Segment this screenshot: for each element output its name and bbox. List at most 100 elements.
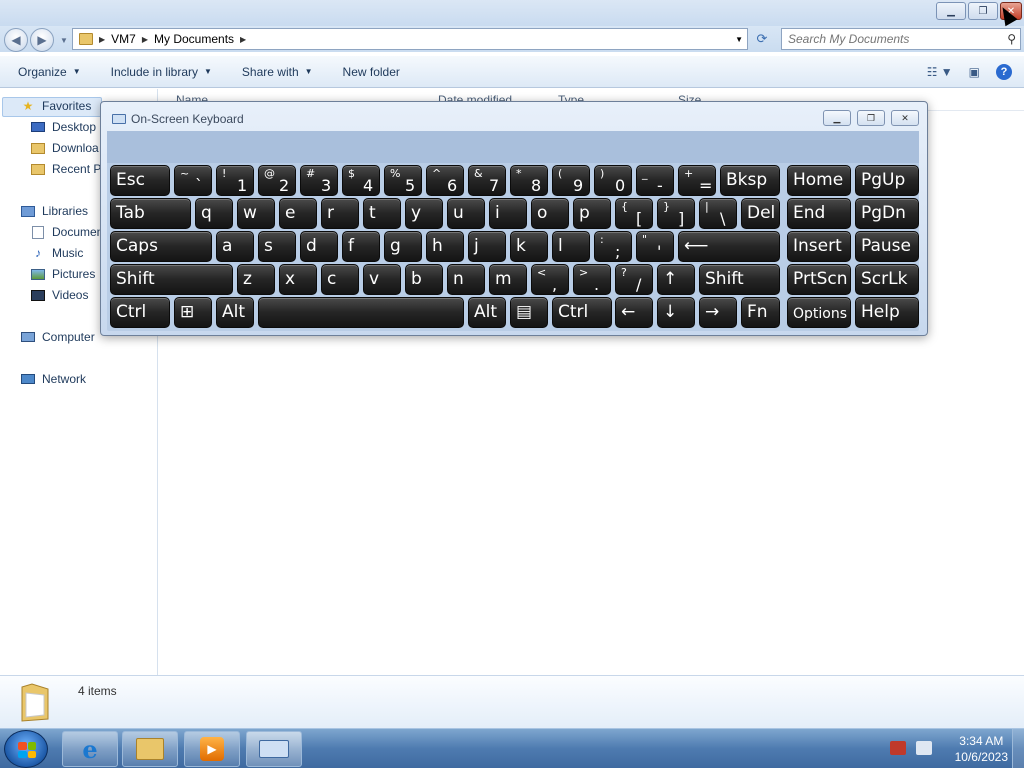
key-scrlk[interactable]: ScrLk — [855, 264, 919, 295]
key-end[interactable]: End — [787, 198, 851, 229]
key-q[interactable]: q — [195, 198, 233, 229]
osk-maximize-button[interactable]: ❐ — [857, 110, 885, 126]
address-bar[interactable]: ▶ VM7 ▶ My Documents ▶ ▼ — [72, 28, 748, 50]
include-in-library-menu[interactable]: Include in library ▼ — [111, 65, 212, 79]
key-b[interactable]: b — [405, 264, 443, 295]
key-i[interactable]: i — [489, 198, 527, 229]
key-shift[interactable]: Shift — [699, 264, 780, 295]
key-tab[interactable]: Tab — [110, 198, 191, 229]
minimize-button[interactable]: ▁ — [936, 2, 966, 20]
share-with-menu[interactable]: Share with ▼ — [242, 65, 313, 79]
key-j[interactable]: j — [468, 231, 506, 262]
key-8[interactable]: * 8 — [510, 165, 548, 196]
volume-muted-icon[interactable] — [916, 741, 932, 755]
key-pgdn[interactable]: PgDn — [855, 198, 919, 229]
breadcrumb-my-documents[interactable]: My Documents — [154, 32, 234, 46]
key-sym1-13[interactable]: | \ — [699, 198, 737, 229]
key-sym3-11[interactable]: ↑ — [657, 264, 695, 295]
key-bksp[interactable]: Bksp — [720, 165, 780, 196]
key-alt[interactable]: Alt — [468, 297, 506, 328]
recent-pages-button[interactable]: ▼ — [58, 28, 70, 52]
key-v[interactable]: v — [363, 264, 401, 295]
nav-recent-places[interactable]: Recent Pl — [30, 162, 104, 176]
nav-videos[interactable]: Videos — [30, 288, 88, 302]
key-p[interactable]: p — [573, 198, 611, 229]
key-space[interactable] — [258, 297, 464, 328]
key-2[interactable]: @2 — [258, 165, 296, 196]
key-sym0-1[interactable]: ~ ` — [174, 165, 212, 196]
taskbar-on-screen-keyboard[interactable] — [246, 731, 302, 767]
osk-close-button[interactable]: ✕ — [891, 110, 919, 126]
key-home[interactable]: Home — [787, 165, 851, 196]
key-pgup[interactable]: PgUp — [855, 165, 919, 196]
key-esc[interactable]: Esc — [110, 165, 170, 196]
organize-menu[interactable]: Organize ▼ — [18, 65, 81, 79]
key-sym1-12[interactable]: }] — [657, 198, 695, 229]
key-g[interactable]: g — [384, 231, 422, 262]
nav-music[interactable]: ♪ Music — [30, 246, 83, 260]
search-icon[interactable]: ⚲ — [1007, 32, 1016, 46]
nav-pictures[interactable]: Pictures — [30, 267, 95, 281]
key-9[interactable]: (9 — [552, 165, 590, 196]
key-pause[interactable]: Pause — [855, 231, 919, 262]
refresh-button[interactable]: ⟳ — [750, 29, 774, 49]
key-a[interactable]: a — [216, 231, 254, 262]
key-t[interactable]: t — [363, 198, 401, 229]
change-view-icon[interactable]: ☷ ▼ — [927, 65, 953, 79]
key-del[interactable]: Del — [741, 198, 780, 229]
key-sym4-9[interactable]: → — [699, 297, 737, 328]
key-fn[interactable]: Fn — [741, 297, 780, 328]
clock[interactable]: 3:34 AM 10/6/2023 — [955, 733, 1008, 765]
taskbar-windows-explorer[interactable] — [122, 731, 178, 767]
key-sym4-5[interactable]: ▤ — [510, 297, 548, 328]
help-icon[interactable]: ? — [996, 64, 1012, 80]
taskbar-internet-explorer[interactable]: e — [62, 731, 118, 767]
key-d[interactable]: d — [300, 231, 338, 262]
key-alt[interactable]: Alt — [216, 297, 254, 328]
key-sym1-11[interactable]: {[ — [615, 198, 653, 229]
key-l[interactable]: l — [552, 231, 590, 262]
key-5[interactable]: % 5 — [384, 165, 422, 196]
key-sym3-9[interactable]: >. — [573, 264, 611, 295]
key-options[interactable]: Options — [787, 297, 851, 328]
key-z[interactable]: z — [237, 264, 275, 295]
key-sym0-12[interactable]: _ - — [636, 165, 674, 196]
restore-button[interactable]: ❐ — [968, 2, 998, 20]
key-n[interactable]: n — [447, 264, 485, 295]
search-input[interactable] — [788, 32, 988, 46]
key-sym4-1[interactable]: ⊞ — [174, 297, 212, 328]
key-w[interactable]: w — [237, 198, 275, 229]
key-ctrl[interactable]: Ctrl — [552, 297, 612, 328]
nav-computer[interactable]: Computer — [20, 330, 95, 344]
key-m[interactable]: m — [489, 264, 527, 295]
key-sym4-7[interactable]: ← — [615, 297, 653, 328]
osk-minimize-button[interactable]: ▁ — [823, 110, 851, 126]
key-sym2-11[interactable]: " ' — [636, 231, 674, 262]
key-sym3-10[interactable]: ? / — [615, 264, 653, 295]
key-s[interactable]: s — [258, 231, 296, 262]
breadcrumb-vm7[interactable]: VM7 — [111, 32, 136, 46]
nav-libraries[interactable]: Libraries — [20, 204, 88, 218]
nav-desktop[interactable]: Desktop — [30, 120, 96, 134]
key-0[interactable]: ) 0 — [594, 165, 632, 196]
key-4[interactable]: $4 — [342, 165, 380, 196]
show-desktop-button[interactable] — [1012, 729, 1024, 768]
key-h[interactable]: h — [426, 231, 464, 262]
key-y[interactable]: y — [405, 198, 443, 229]
key-caps[interactable]: Caps — [110, 231, 212, 262]
key-sym2-12[interactable]: ⟵ — [678, 231, 780, 262]
key-r[interactable]: r — [321, 198, 359, 229]
key-insert[interactable]: Insert — [787, 231, 851, 262]
key-sym2-10[interactable]: :; — [594, 231, 632, 262]
key-sym0-13[interactable]: + = — [678, 165, 716, 196]
forward-button[interactable]: ▶ — [30, 28, 54, 52]
key-1[interactable]: ! 1 — [216, 165, 254, 196]
key-6[interactable]: ^ 6 — [426, 165, 464, 196]
key-shift[interactable]: Shift — [110, 264, 233, 295]
key-7[interactable]: & 7 — [468, 165, 506, 196]
back-button[interactable]: ◀ — [4, 28, 28, 52]
taskbar-media-player[interactable]: ▶ — [184, 731, 240, 767]
key-e[interactable]: e — [279, 198, 317, 229]
key-sym4-8[interactable]: ↓ — [657, 297, 695, 328]
search-box[interactable]: ⚲ — [781, 28, 1021, 50]
